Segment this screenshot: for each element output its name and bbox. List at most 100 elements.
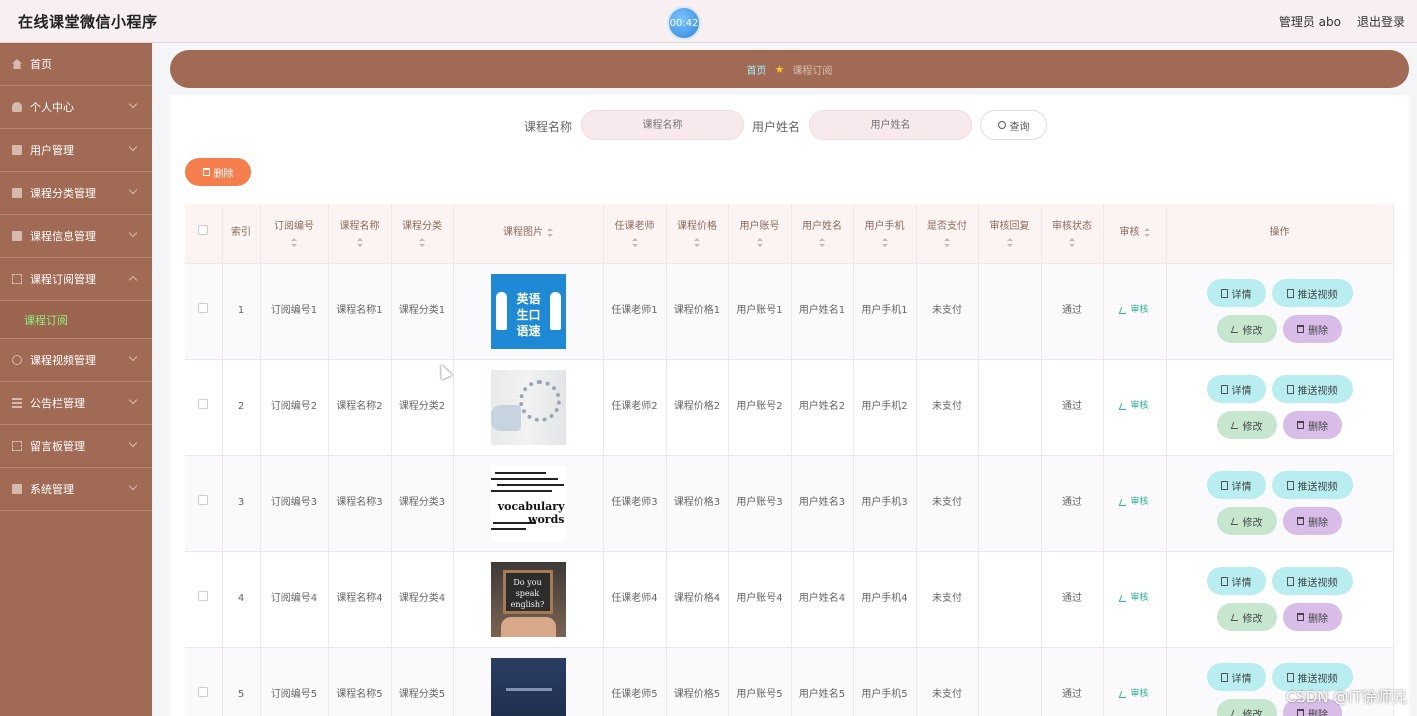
column-header[interactable]: 用户姓名: [791, 204, 854, 264]
detail-button[interactable]: 详情: [1206, 663, 1266, 691]
sort-icon[interactable]: [291, 238, 297, 248]
circle-icon: [12, 355, 22, 365]
column-header[interactable]: 订阅编号: [260, 204, 329, 264]
column-header[interactable]: 审核: [1103, 204, 1167, 264]
sort-icon[interactable]: [881, 238, 888, 248]
row-checkbox[interactable]: [198, 687, 209, 697]
cell-audit: 审核: [1103, 647, 1167, 716]
column-header[interactable]: 审核状态: [1041, 204, 1104, 264]
column-header[interactable]: 课程名称: [328, 204, 392, 264]
edit-button[interactable]: 修改: [1217, 603, 1277, 631]
sort-icon[interactable]: [756, 238, 763, 248]
audit-link[interactable]: 审核: [1119, 302, 1149, 318]
sort-icon[interactable]: [356, 238, 363, 248]
search-button[interactable]: 查询: [980, 110, 1047, 140]
audit-link[interactable]: 审核: [1119, 398, 1149, 414]
cell-image: 英语生口语速: [453, 263, 604, 360]
edit-button[interactable]: 修改: [1217, 507, 1277, 535]
sidebar-item-course-video[interactable]: 课程视频管理: [0, 339, 152, 382]
edit-button[interactable]: 修改: [1217, 315, 1277, 343]
push-video-button[interactable]: 推送视频: [1271, 279, 1353, 307]
delete-button[interactable]: 删除: [1283, 315, 1342, 343]
sidebar-item-users[interactable]: 用户管理: [0, 129, 152, 172]
stack-icon: [12, 231, 22, 241]
row-select-cell[interactable]: [185, 455, 223, 552]
row-checkbox[interactable]: [198, 399, 209, 409]
row-select-cell[interactable]: [185, 647, 223, 716]
subscription-table: 索引 订阅编号 课程名称 课程分类 课程图片 任课老师 课程价格 用户账号 用户…: [185, 204, 1394, 716]
column-header[interactable]: 用户手机: [853, 204, 917, 264]
sidebar-item-message-board[interactable]: 留言板管理: [0, 425, 152, 468]
push-video-button[interactable]: 推送视频: [1271, 375, 1353, 403]
delete-button[interactable]: 删除: [1283, 603, 1342, 631]
column-header[interactable]: 课程分类: [391, 204, 454, 264]
sidebar-item-course-subscription[interactable]: 课程订阅管理: [0, 258, 152, 301]
sort-icon[interactable]: [1143, 227, 1150, 237]
cell-status: 通过: [1041, 647, 1104, 716]
breadcrumb: 首页 ★ 课程订阅: [170, 50, 1409, 88]
cell-reply: [978, 455, 1042, 552]
course-image-text: vocabulary words: [497, 499, 565, 526]
row-select-cell[interactable]: [185, 359, 223, 456]
cell-paid: 未支付: [916, 263, 979, 360]
box-icon: [12, 188, 22, 198]
audit-link[interactable]: 审核: [1119, 686, 1149, 702]
course-name-input[interactable]: [581, 110, 744, 140]
edit-button[interactable]: 修改: [1217, 411, 1277, 439]
logout-link[interactable]: 退出登录: [1357, 13, 1405, 30]
detail-button[interactable]: 详情: [1206, 567, 1266, 595]
sidebar-item-label: 公告栏管理: [30, 397, 85, 410]
search-bar: 课程名称 用户姓名 查询: [170, 110, 1409, 142]
edit-button[interactable]: 修改: [1217, 699, 1277, 716]
batch-delete-button[interactable]: 删除: [185, 158, 251, 186]
sort-icon[interactable]: [419, 238, 425, 248]
sidebar-item-home[interactable]: 首页: [0, 43, 152, 86]
column-header[interactable]: 用户账号: [728, 204, 792, 264]
row-checkbox[interactable]: [198, 495, 209, 505]
push-video-button[interactable]: 推送视频: [1271, 471, 1353, 499]
row-checkbox[interactable]: [198, 591, 209, 601]
column-header-label: 订阅编号: [274, 221, 314, 233]
app-title: 在线课堂微信小程序: [18, 13, 158, 31]
user-name-input[interactable]: [809, 110, 972, 140]
sort-icon[interactable]: [631, 238, 638, 248]
column-header[interactable]: 审核回复: [978, 204, 1042, 264]
column-header[interactable]: 是否支付: [916, 204, 979, 264]
detail-button[interactable]: 详情: [1206, 375, 1266, 403]
select-all-checkbox[interactable]: [198, 225, 209, 236]
sort-icon[interactable]: [694, 238, 700, 248]
sort-icon[interactable]: [1006, 238, 1013, 248]
row-select-cell[interactable]: [185, 551, 223, 648]
sort-icon[interactable]: [547, 227, 553, 237]
audit-link[interactable]: 审核: [1119, 494, 1149, 510]
sort-icon[interactable]: [944, 238, 950, 248]
image-graphic: [505, 687, 552, 691]
column-header[interactable]: 任课老师: [603, 204, 667, 264]
action-row: 详情 推送视频: [1206, 375, 1353, 403]
row-checkbox[interactable]: [198, 303, 209, 313]
sort-icon[interactable]: [1069, 238, 1075, 248]
delete-button[interactable]: 删除: [1283, 507, 1342, 535]
search-icon: [997, 121, 1006, 129]
select-all-header[interactable]: [185, 204, 223, 264]
sort-icon[interactable]: [819, 238, 825, 248]
audit-link[interactable]: 审核: [1119, 590, 1149, 606]
detail-button[interactable]: 详情: [1206, 279, 1266, 307]
cell-category: 课程分类5: [391, 647, 454, 716]
sidebar-item-notice[interactable]: 公告栏管理: [0, 382, 152, 425]
push-video-button[interactable]: 推送视频: [1271, 567, 1353, 595]
cell-name: 用户姓名4: [791, 551, 854, 648]
row-select-cell[interactable]: [185, 263, 223, 360]
breadcrumb-home[interactable]: 首页: [747, 62, 767, 77]
delete-button[interactable]: 删除: [1283, 411, 1342, 439]
column-header[interactable]: 课程图片: [453, 204, 604, 264]
sidebar-subitem-course-subscription[interactable]: 课程订阅: [0, 301, 152, 339]
sidebar-item-system[interactable]: 系统管理: [0, 468, 152, 511]
sidebar-item-course-category[interactable]: 课程分类管理: [0, 172, 152, 215]
cell-name: 用户姓名5: [791, 647, 854, 716]
sidebar-item-profile[interactable]: 个人中心: [0, 86, 152, 129]
sidebar-item-course-info[interactable]: 课程信息管理: [0, 215, 152, 258]
audit-link-label: 审核: [1130, 497, 1149, 508]
column-header[interactable]: 课程价格: [666, 204, 729, 264]
detail-button[interactable]: 详情: [1206, 471, 1266, 499]
